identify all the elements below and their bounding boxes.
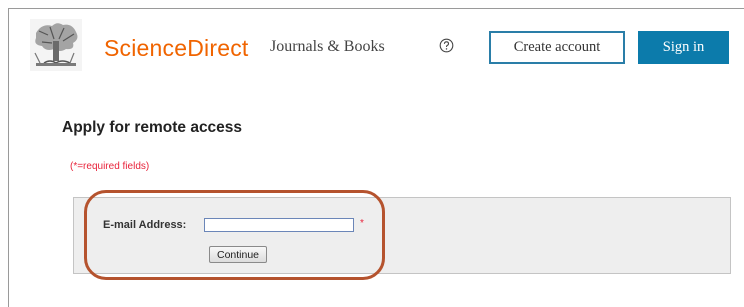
required-marker: *: [360, 218, 364, 229]
elsevier-tree-logo[interactable]: [30, 19, 82, 71]
required-fields-note: (*=required fields): [70, 161, 150, 172]
continue-button[interactable]: Continue: [209, 246, 267, 263]
email-field[interactable]: [204, 218, 354, 232]
help-circle-icon[interactable]: [439, 38, 454, 53]
nav-journals-books[interactable]: Journals & Books: [270, 38, 385, 56]
brand-title[interactable]: ScienceDirect: [104, 35, 249, 62]
remote-access-form-panel: [73, 197, 731, 274]
page-title: Apply for remote access: [62, 119, 243, 136]
sign-in-button[interactable]: Sign in: [638, 31, 729, 64]
create-account-button[interactable]: Create account: [489, 31, 625, 64]
email-field-label: E-mail Address:: [103, 219, 187, 231]
